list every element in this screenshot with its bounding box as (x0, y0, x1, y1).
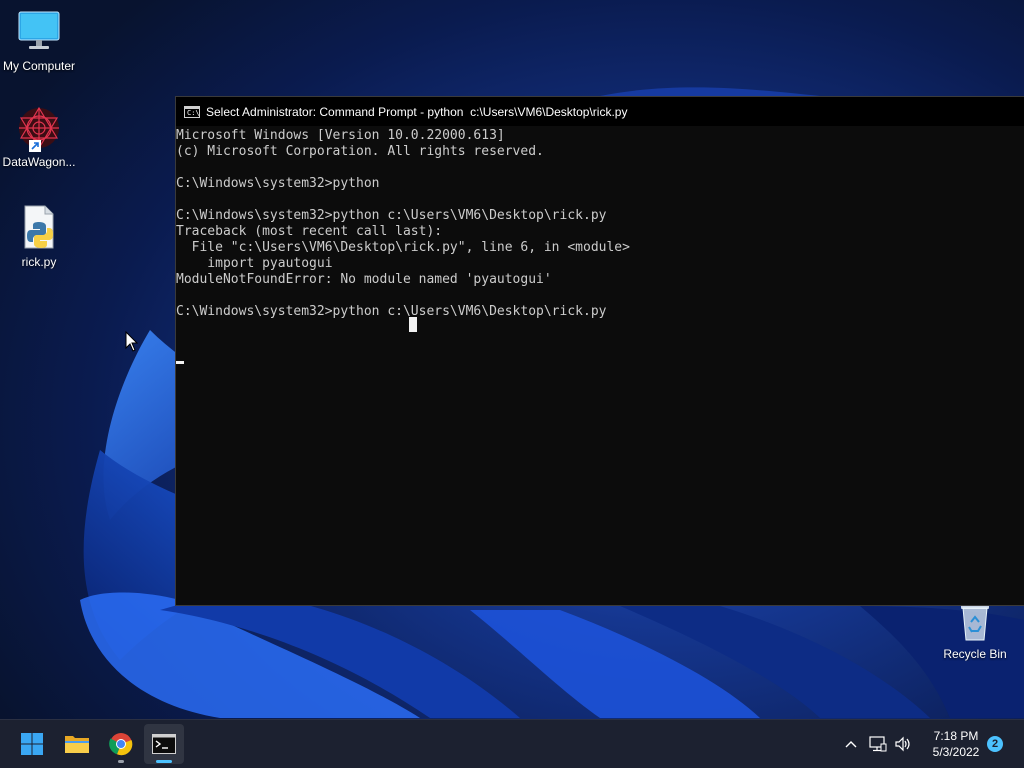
start-button[interactable] (12, 724, 52, 764)
desktop-icon-my-computer[interactable]: My Computer (0, 8, 78, 73)
chrome-icon (109, 733, 133, 756)
desktop-icon-label: DataWagon... (2, 155, 76, 169)
running-indicator (118, 760, 124, 763)
window-title: Select Administrator: Command Prompt - p… (206, 104, 628, 119)
terminal-button[interactable] (144, 724, 184, 764)
chevron-up-icon (845, 741, 857, 748)
clock-date: 5/3/2022 (932, 745, 980, 759)
selection-cursor (409, 317, 417, 332)
desktop-icon-label: Recycle Bin (943, 647, 1007, 661)
python-file-icon (15, 204, 63, 252)
window-titlebar[interactable]: C:\ Select Administrator: Command Prompt… (176, 97, 1024, 126)
console-output[interactable]: Microsoft Windows [Version 10.0.22000.61… (176, 127, 1024, 605)
console-line: (c) Microsoft Corporation. All rights re… (176, 144, 544, 159)
clock-time: 7:18 PM (933, 729, 979, 743)
datawagon-app-icon (15, 104, 63, 152)
desktop-icon-datawagon[interactable]: DataWagon... (0, 104, 78, 169)
folder-icon (65, 736, 89, 753)
command-prompt-window[interactable]: C:\ Select Administrator: Command Prompt… (175, 96, 1024, 606)
taskbar-clock[interactable]: 7:18 PM 5/3/2022 (918, 728, 994, 760)
desktop-icon-label: rick.py (21, 255, 57, 269)
console-line: File "c:\Users\VM6\Desktop\rick.py", lin… (176, 240, 630, 255)
console-line: import pyautogui (176, 256, 333, 271)
show-hidden-icons-button[interactable] (839, 724, 863, 764)
monitor-icon (15, 8, 63, 56)
taskbar: 7:18 PM 5/3/2022 2 (0, 719, 1024, 768)
terminal-icon (152, 734, 176, 754)
speaker-icon (895, 736, 910, 752)
network-icon (869, 736, 887, 752)
desktop-icon-rick-py[interactable]: rick.py (0, 204, 78, 269)
console-line: C:\Windows\system32>python (176, 176, 380, 191)
notification-badge[interactable]: 2 (987, 736, 1003, 752)
console-line: Traceback (most recent call last): (176, 224, 443, 239)
console-line: C:\Windows\system32>python c:\Users\VM6\… (176, 304, 607, 319)
console-line: ModuleNotFoundError: No module named 'py… (176, 272, 552, 287)
mouse-pointer-icon (125, 331, 139, 352)
windows-logo-icon (21, 733, 43, 755)
text-cursor (176, 361, 184, 364)
volume-button[interactable] (891, 724, 915, 764)
network-button[interactable] (866, 724, 890, 764)
console-line: C:\Windows\system32>python c:\Users\VM6\… (176, 208, 607, 223)
console-line: Microsoft Windows [Version 10.0.22000.61… (176, 128, 505, 143)
file-explorer-button[interactable] (57, 724, 97, 764)
command-prompt-icon: C:\ (184, 105, 200, 118)
desktop-icon-label: My Computer (2, 59, 76, 73)
active-indicator (156, 760, 172, 763)
chrome-button[interactable] (101, 724, 141, 764)
